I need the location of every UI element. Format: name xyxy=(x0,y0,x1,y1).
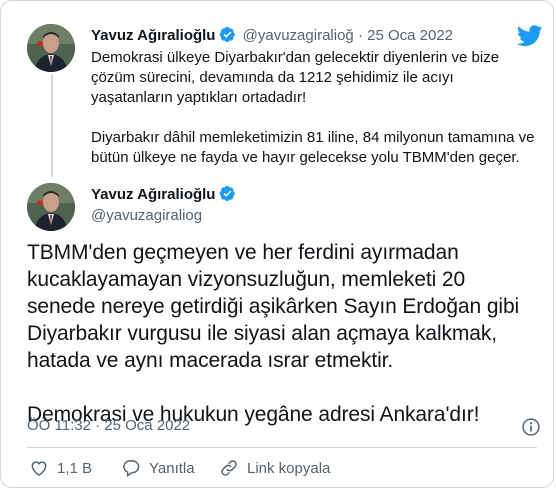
like-count: 1,1 B xyxy=(57,459,93,477)
parent-paragraph: Diyarbakır dâhil memleketimizin 81 iline… xyxy=(91,129,535,166)
author-name[interactable]: Yavuz Ağıralioğlu xyxy=(91,27,215,44)
twitter-bird-icon[interactable] xyxy=(517,25,543,47)
avatar-photo xyxy=(27,24,75,72)
author-handle[interactable]: @yavuzagiralioğ xyxy=(243,27,354,44)
main-paragraph: TBMM'den geçmeyen ve her ferdini ayırmad… xyxy=(27,241,520,372)
reply-button[interactable]: Yanıtla xyxy=(121,458,195,478)
info-icon[interactable] xyxy=(521,417,541,437)
avatar-photo xyxy=(27,183,75,231)
tweet-embed-card: Yavuz Ağıralioğlu @yavuzagiralioğ · 25 O… xyxy=(0,0,554,488)
author-handle[interactable]: @yavuzagiraliog xyxy=(91,207,202,224)
thread-connector-line xyxy=(51,75,53,177)
main-tweet-author: Yavuz Ağıralioğlu xyxy=(91,185,238,204)
parent-tweet-text: Demokrasi ülkeye Diyarbakır'dan gelecekt… xyxy=(91,48,536,168)
copy-link-button[interactable]: Link kopyala xyxy=(219,458,330,478)
reply-label: Yanıtla xyxy=(149,459,195,477)
tweet-date[interactable]: 25 Oca 2022 xyxy=(367,27,453,44)
main-tweet-text: TBMM'den geçmeyen ve her ferdini ayırmad… xyxy=(27,239,537,428)
parent-paragraph: Demokrasi ülkeye Diyarbakır'dan gelecekt… xyxy=(91,49,500,106)
verified-badge-icon xyxy=(220,26,236,43)
separator: · xyxy=(357,27,363,44)
reply-bubble-icon xyxy=(123,460,140,477)
verified-badge-icon xyxy=(220,185,236,202)
divider xyxy=(27,447,537,448)
copy-link-label: Link kopyala xyxy=(247,459,331,477)
avatar[interactable] xyxy=(27,24,75,72)
heart-icon xyxy=(31,461,47,476)
author-name[interactable]: Yavuz Ağıralioğlu xyxy=(91,186,215,203)
parent-tweet-header: Yavuz Ağıralioğlu @yavuzagiralioğ · 25 O… xyxy=(91,26,453,44)
like-button[interactable]: 1,1 B xyxy=(29,458,92,478)
link-icon xyxy=(221,460,237,476)
tweet-timestamp[interactable]: ÖÖ 11:32 · 25 Oca 2022 xyxy=(27,417,190,434)
avatar[interactable] xyxy=(27,183,75,231)
